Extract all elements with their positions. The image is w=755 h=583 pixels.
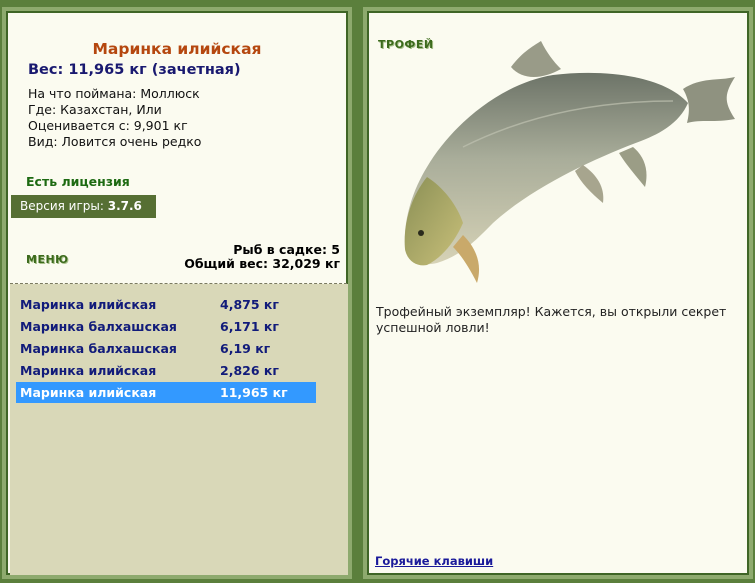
cage-count: Рыб в садке: 5 xyxy=(233,242,340,257)
catch-row[interactable]: Маринка балхашская 6,19 кг xyxy=(16,338,316,359)
license-status: Есть лицензия xyxy=(26,174,130,189)
catch-list: Маринка илийская 4,875 кг Маринка балхаш… xyxy=(10,284,348,575)
catch-name: Маринка илийская xyxy=(20,385,157,400)
catch-name: Маринка балхашская xyxy=(20,319,177,334)
fish-title: Маринка илийская xyxy=(92,40,262,58)
catch-row[interactable]: Маринка илийская 11,965 кг xyxy=(16,382,316,403)
version-number: 3.7.6 xyxy=(107,199,142,213)
bait-info: На что поймана: Моллюск xyxy=(28,86,200,101)
catch-weight: 2,826 кг xyxy=(220,363,279,378)
left-panel: Маринка илийская Вес: 11,965 кг (зачетна… xyxy=(2,7,352,579)
catch-row[interactable]: Маринка илийская 4,875 кг xyxy=(16,294,316,315)
trophy-threshold-info: Оценивается с: 9,901 кг xyxy=(28,118,188,133)
hotkeys-link[interactable]: Горячие клавиши xyxy=(375,554,493,568)
catch-weight: 6,171 кг xyxy=(220,319,279,334)
location-info: Где: Казахстан, Или xyxy=(28,102,162,117)
catch-name: Маринка илийская xyxy=(20,363,157,378)
catch-weight: 11,965 кг xyxy=(220,385,288,400)
catch-name: Маринка балхашская xyxy=(20,341,177,356)
cage-weight: Общий вес: 32,029 кг xyxy=(184,256,340,271)
rarity-info: Вид: Ловится очень редко xyxy=(28,134,202,149)
catch-row[interactable]: Маринка илийская 2,826 кг xyxy=(16,360,316,381)
catch-row[interactable]: Маринка балхашская 6,171 кг xyxy=(16,316,316,337)
catch-name: Маринка илийская xyxy=(20,297,157,312)
menu-button[interactable]: МЕНЮ xyxy=(26,253,69,266)
catch-weight: 6,19 кг xyxy=(220,341,271,356)
trophy-message: Трофейный экземпляр! Кажется, вы открыли… xyxy=(376,304,727,335)
cage-summary: Рыб в садке: 5 Общий вес: 32,029 кг xyxy=(184,243,340,271)
version-label: Версия игры: xyxy=(20,199,104,213)
right-panel: ТРОФЕЙ Трофейный экземпляр! Кажется, вы … xyxy=(363,7,753,579)
fish-weight: Вес: 11,965 кг (зачетная) xyxy=(28,62,241,78)
fish-image xyxy=(404,41,735,283)
catch-weight: 4,875 кг xyxy=(220,297,279,312)
game-version: Версия игры: 3.7.6 xyxy=(11,195,156,218)
